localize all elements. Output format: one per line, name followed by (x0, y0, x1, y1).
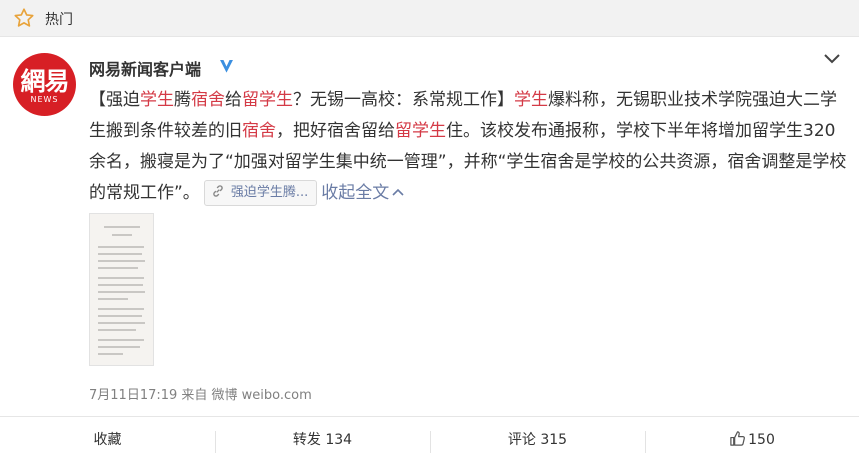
repost-label: 转发 134 (292, 432, 353, 448)
page-title: 热门 (45, 12, 73, 28)
like-button[interactable]: 150 (645, 417, 859, 467)
author-name[interactable]: 网易新闻客户端 (89, 56, 201, 80)
favorite-label: 收藏 (93, 432, 122, 448)
link-icon (213, 185, 223, 197)
post-meta: 7月11日17:19 来自 微博 weibo.com (89, 388, 312, 403)
comment-label: 评论 315 (507, 432, 568, 448)
keyword-highlight[interactable]: 学生 (514, 90, 548, 110)
repost-button[interactable]: 转发 134 (215, 417, 430, 467)
verified-badge-icon (220, 59, 233, 73)
avatar-logo-text: 網易 (20, 67, 69, 96)
action-bar: 收藏 转发 134 评论 315 150 (0, 416, 859, 467)
thumbs-up-icon (730, 431, 746, 446)
post-body: 【强迫学生腾宿舍给留学生？无锡一高校：系常规工作】学生爆料称，无锡职业技术学院强… (89, 85, 849, 209)
avatar-logo-subtext: NEWS (30, 95, 59, 104)
keyword-highlight[interactable]: 宿舍 (242, 121, 276, 141)
body-text-segment: 腾 (174, 90, 191, 110)
favorite-button[interactable]: 收藏 (0, 417, 215, 467)
document-thumbnail[interactable] (89, 213, 154, 366)
keyword-highlight[interactable]: 留学生 (242, 90, 293, 110)
body-text-segment: 【强迫 (89, 90, 140, 110)
collapse-label: 收起全文 (321, 183, 390, 203)
comment-button[interactable]: 评论 315 (430, 417, 645, 467)
avatar[interactable]: 網易 NEWS (13, 53, 76, 116)
body-text-segment: ，把好宿舍留给 (276, 121, 395, 141)
chevron-down-icon[interactable] (823, 53, 841, 65)
article-link-chip[interactable]: 强迫学生腾... (203, 180, 318, 206)
like-count: 150 (748, 432, 775, 448)
keyword-highlight[interactable]: 学生 (140, 90, 174, 110)
body-text-segment: 给 (225, 90, 242, 110)
star-outline-icon[interactable] (13, 7, 35, 29)
keyword-highlight[interactable]: 宿舍 (191, 90, 225, 110)
top-bar: 热门 (0, 0, 859, 37)
collapse-button[interactable]: 收起全文 (321, 183, 405, 203)
chevron-up-icon (392, 188, 404, 196)
keyword-highlight[interactable]: 留学生 (395, 121, 446, 141)
link-chip-label: 强迫学生腾... (230, 185, 309, 200)
body-text-segment: ？无锡一高校：系常规工作】 (293, 90, 514, 110)
